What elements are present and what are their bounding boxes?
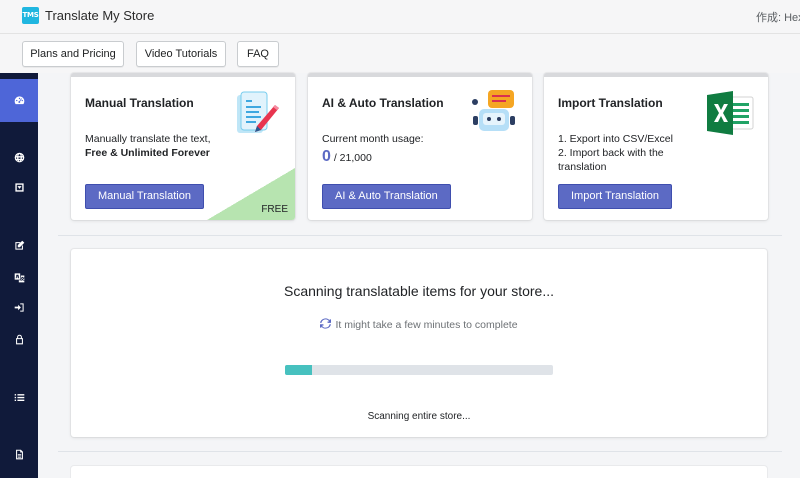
usage-total: / 21,000 bbox=[333, 152, 372, 164]
sidebar-item-import[interactable] bbox=[0, 295, 38, 319]
usage-block: Current month usage: 0 / 21,000 bbox=[322, 132, 424, 165]
sidebar-item-account[interactable] bbox=[0, 327, 38, 351]
faq-button[interactable]: FAQ bbox=[237, 41, 279, 67]
import-description: 1. Export into CSV/Excel 2. Import back … bbox=[558, 132, 673, 174]
scan-note: It might take a few minutes to complete bbox=[71, 318, 767, 331]
scan-progress-fill bbox=[285, 365, 312, 375]
dashboard-icon bbox=[14, 96, 24, 105]
scan-progress-bar bbox=[285, 365, 553, 375]
sidebar-item-list[interactable] bbox=[0, 385, 38, 409]
sidebar-item-docs[interactable] bbox=[0, 442, 38, 466]
app-title: Translate My Store bbox=[45, 8, 155, 23]
manual-text-line1: Manually translate the text, bbox=[85, 133, 211, 145]
app-logo: TMS bbox=[22, 7, 39, 24]
sidebar-item-languages[interactable] bbox=[0, 145, 38, 169]
manual-translation-card: Manual Translation Manually translate th… bbox=[71, 73, 295, 220]
import-translation-card: Import Translation 1. Export into CSV/Ex… bbox=[544, 73, 768, 220]
free-badge: FREE bbox=[261, 204, 288, 215]
author-label: 作成: Hextom bbox=[756, 12, 800, 24]
excel-icon bbox=[707, 91, 754, 135]
import-text-line1: 1. Export into CSV/Excel bbox=[558, 133, 673, 145]
list-icon bbox=[14, 393, 24, 401]
inbox-icon bbox=[14, 182, 24, 192]
ai-translation-card: AI & Auto Translation Current month usag… bbox=[308, 73, 532, 220]
scan-status: Scanning entire store... bbox=[367, 411, 471, 422]
ai-translation-button[interactable]: AI & Auto Translation bbox=[322, 184, 451, 209]
sidebar-item-dashboard[interactable] bbox=[0, 79, 38, 122]
nav-bar: Plans and Pricing Video Tutorials FAQ bbox=[0, 34, 800, 73]
scan-panel: Scanning translatable items for your sto… bbox=[71, 249, 767, 437]
card-title: Manual Translation bbox=[85, 96, 194, 110]
sidebar-item-translate[interactable] bbox=[0, 265, 38, 289]
globe-icon bbox=[14, 152, 24, 162]
document-icon bbox=[15, 449, 23, 459]
sign-in-icon bbox=[14, 302, 24, 312]
translate-icon bbox=[14, 272, 24, 282]
manual-text-line2: Free & Unlimited Forever bbox=[85, 147, 210, 159]
scan-note-text: It might take a few minutes to complete bbox=[335, 319, 518, 331]
sidebar-item-edit[interactable] bbox=[0, 233, 38, 257]
user-icon bbox=[15, 334, 23, 344]
sidebar bbox=[0, 73, 38, 478]
video-tutorials-button[interactable]: Video Tutorials bbox=[136, 41, 226, 67]
manual-description: Manually translate the text, Free & Unli… bbox=[85, 132, 210, 160]
next-panel bbox=[71, 466, 767, 478]
section-divider bbox=[58, 235, 782, 236]
usage-label: Current month usage: bbox=[322, 133, 424, 145]
card-title: AI & Auto Translation bbox=[322, 96, 444, 110]
import-text-line2: 2. Import back with the bbox=[558, 147, 664, 159]
card-title: Import Translation bbox=[558, 96, 663, 110]
plans-pricing-button[interactable]: Plans and Pricing bbox=[22, 41, 124, 67]
import-text-line3: translation bbox=[558, 161, 607, 173]
sidebar-item-inbox[interactable] bbox=[0, 175, 38, 199]
import-translation-button[interactable]: Import Translation bbox=[558, 184, 673, 209]
document-pen-icon bbox=[237, 91, 279, 133]
manual-translation-button[interactable]: Manual Translation bbox=[85, 184, 204, 209]
top-bar: TMS Translate My Store 作成: Hextom bbox=[0, 0, 800, 34]
scan-title: Scanning translatable items for your sto… bbox=[283, 283, 555, 299]
section-divider bbox=[58, 451, 782, 452]
edit-icon bbox=[14, 240, 24, 250]
robot-icon bbox=[472, 90, 515, 131]
usage-used: 0 bbox=[322, 148, 331, 165]
refresh-icon bbox=[320, 318, 332, 329]
